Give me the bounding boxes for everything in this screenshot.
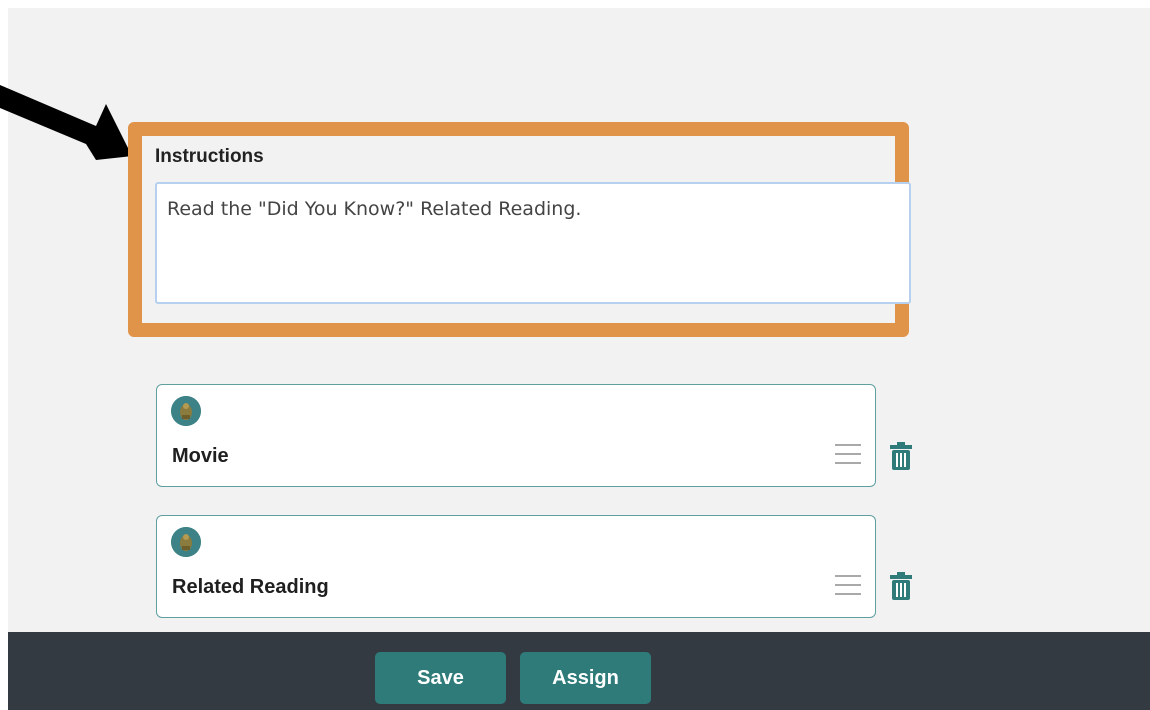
- drag-handle-icon[interactable]: [833, 573, 863, 597]
- trash-icon[interactable]: [890, 572, 912, 600]
- assignment-item-card[interactable]: Related Reading: [156, 515, 876, 618]
- instructions-label: Instructions: [155, 146, 264, 167]
- instructions-field[interactable]: Read the "Did You Know?" Related Reading…: [155, 182, 911, 304]
- item-title: Related Reading: [172, 576, 329, 598]
- seal-icon: [171, 396, 201, 426]
- assign-button[interactable]: Assign: [520, 652, 651, 704]
- trash-icon[interactable]: [890, 442, 912, 470]
- seal-icon: [171, 527, 201, 557]
- drag-handle-icon[interactable]: [833, 442, 863, 466]
- save-button[interactable]: Save: [375, 652, 506, 704]
- assignment-item-card[interactable]: Movie: [156, 384, 876, 487]
- item-title: Movie: [172, 445, 229, 467]
